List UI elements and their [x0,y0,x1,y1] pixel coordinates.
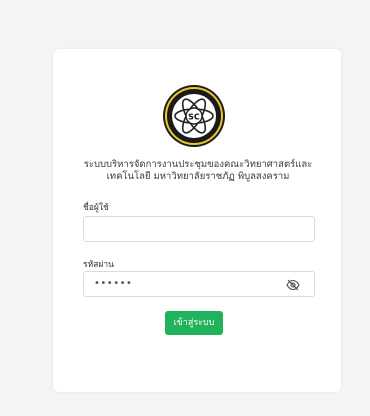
eye-slash-icon[interactable] [286,279,300,291]
system-title: ระบบบริหารจัดการงานประชุมของคณะวิทยาศาสต… [67,159,329,183]
username-label: ชื่อผู้ใช้ [83,203,109,213]
username-input[interactable] [83,216,315,242]
faculty-logo-icon: SC [163,85,225,147]
login-card: SC ระบบบริหารจัดการงานประชุมของคณะวิทยาศ… [53,49,341,392]
password-value: •••••• [94,278,133,289]
login-page: SC ระบบบริหารจัดการงานประชุมของคณะวิทยาศ… [0,0,370,416]
system-title-line2: เทคโนโลยี มหาวิทยาลัยราชภัฏ พิบูลสงคราม [106,171,290,182]
password-label: รหัสผ่าน [83,260,114,270]
system-title-line1: ระบบบริหารจัดการงานประชุมของคณะวิทยาศาสต… [83,159,313,170]
login-button[interactable]: เข้าสู่ระบบ [165,311,223,335]
password-input[interactable]: •••••• [83,271,315,297]
logo-text: SC [188,113,200,122]
